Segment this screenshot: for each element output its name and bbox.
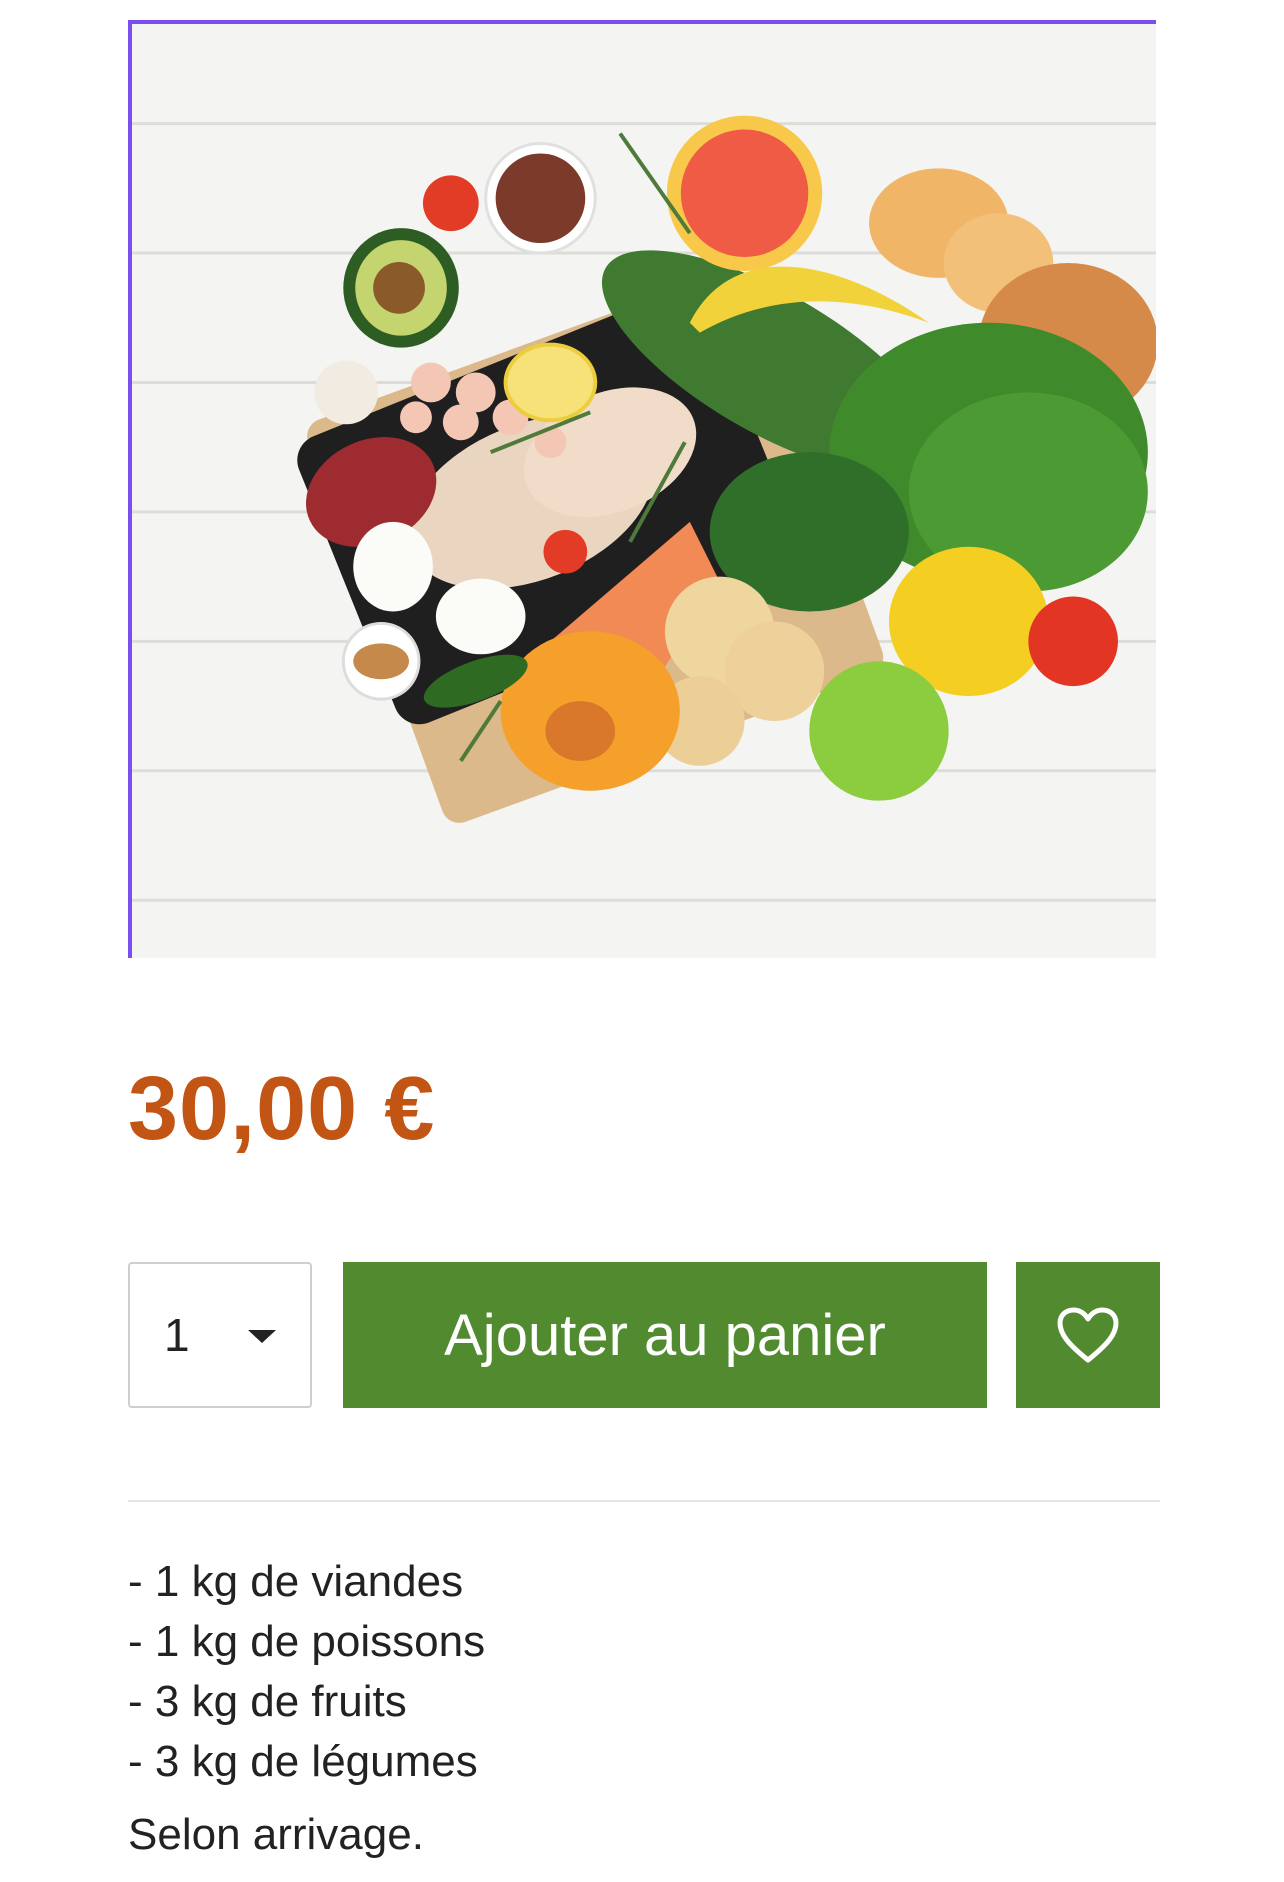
product-image[interactable] bbox=[128, 20, 1156, 958]
add-to-cart-button[interactable]: Ajouter au panier bbox=[343, 1262, 987, 1408]
quantity-value: 1 bbox=[164, 1309, 190, 1361]
heart-icon bbox=[1057, 1307, 1119, 1363]
description-line: - 1 kg de viandes bbox=[128, 1557, 464, 1606]
product-description: - 1 kg de viandes - 1 kg de poissons - 3… bbox=[128, 1552, 485, 1792]
description-line: - 1 kg de poissons bbox=[128, 1617, 486, 1666]
product-price: 30,00 € bbox=[128, 1059, 436, 1159]
product-photo bbox=[132, 24, 1156, 958]
description-line: - 3 kg de fruits bbox=[128, 1677, 407, 1726]
caret-down-icon bbox=[248, 1330, 276, 1343]
availability-note: Selon arrivage. bbox=[128, 1810, 424, 1859]
quantity-select[interactable]: 1 bbox=[128, 1262, 312, 1408]
wishlist-button[interactable] bbox=[1016, 1262, 1160, 1408]
divider bbox=[128, 1500, 1160, 1502]
description-line: - 3 kg de légumes bbox=[128, 1737, 478, 1786]
